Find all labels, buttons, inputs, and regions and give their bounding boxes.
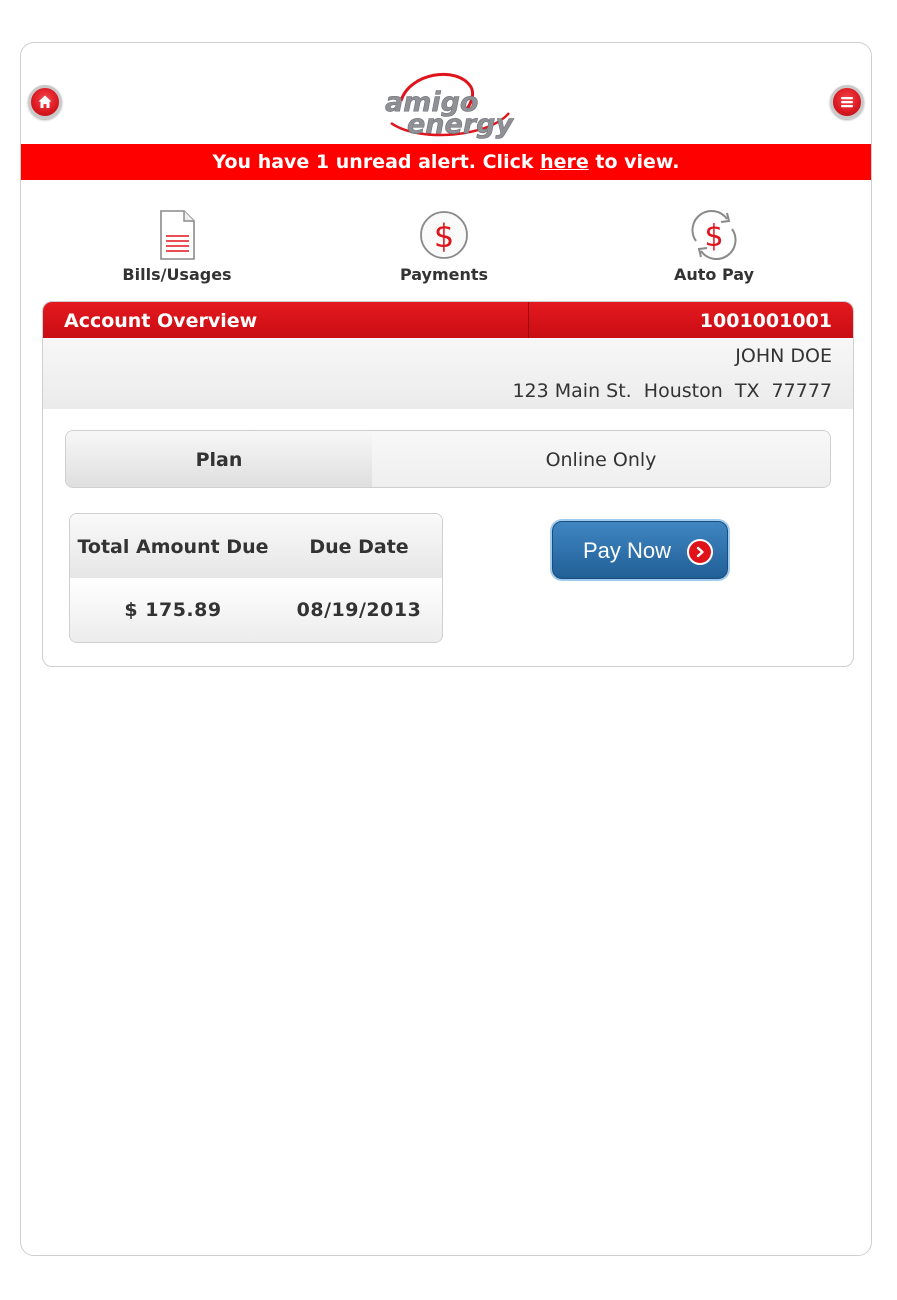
dollar-icon: $ [420, 211, 468, 259]
account-overview-card: Account Overview 1001001001 JOHN DOE 123… [42, 301, 854, 667]
customer-info: JOHN DOE 123 Main St. Houston TX 77777 [43, 338, 853, 409]
pay-now-label: Pay Now [583, 538, 672, 563]
due-date-header: Due Date [276, 514, 442, 578]
amount-due-table: Total Amount Due Due Date $ 175.89 08/19… [69, 513, 443, 643]
plan-row: Plan Online Only [65, 430, 831, 488]
total-amount-due-value: $ 175.89 [70, 578, 276, 642]
header-divider [528, 302, 529, 338]
pay-now-button[interactable]: Pay Now [552, 521, 728, 579]
nav-auto-pay[interactable]: $ Auto Pay [634, 203, 794, 293]
menu-icon [841, 97, 853, 108]
svg-text:$: $ [434, 217, 454, 255]
document-icon [160, 210, 195, 260]
auto-pay-icon: $ [691, 210, 737, 260]
due-date-value: 08/19/2013 [276, 578, 442, 642]
total-amount-due-header: Total Amount Due [70, 514, 276, 578]
plan-label: Plan [66, 431, 372, 487]
nav-payments-label: Payments [399, 265, 489, 284]
alert-view-link[interactable]: here [540, 151, 589, 173]
alert-text-prefix: You have 1 unread alert. Click [212, 151, 541, 173]
chevron-right-icon [687, 539, 713, 565]
nav-bills-usages[interactable]: Bills/Usages [97, 203, 257, 293]
alert-text-suffix: to view. [588, 151, 680, 173]
header: amigo energy [21, 43, 871, 143]
quick-nav: Bills/Usages $ Payments $ Auto Pay [21, 203, 871, 293]
plan-value: Online Only [372, 431, 830, 487]
nav-auto-pay-label: Auto Pay [673, 265, 754, 284]
alert-banner: You have 1 unread alert. Click here to v… [21, 144, 871, 180]
customer-address: 123 Main St. Houston TX 77777 [512, 380, 832, 402]
amigo-energy-logo: amigo energy [379, 71, 515, 141]
nav-bills-usages-label: Bills/Usages [122, 265, 232, 284]
svg-text:energy: energy [407, 109, 514, 140]
account-number: 1001001001 [699, 310, 832, 332]
account-overview-header: Account Overview 1001001001 [43, 302, 853, 338]
menu-button[interactable] [830, 85, 864, 119]
home-button[interactable] [28, 85, 62, 119]
app-frame: amigo energy You have 1 unread alert. Cl… [20, 42, 872, 1256]
customer-name: JOHN DOE [735, 345, 832, 367]
svg-text:$: $ [704, 219, 723, 254]
account-overview-title: Account Overview [64, 310, 258, 332]
nav-payments[interactable]: $ Payments [364, 203, 524, 293]
home-icon [38, 95, 52, 108]
